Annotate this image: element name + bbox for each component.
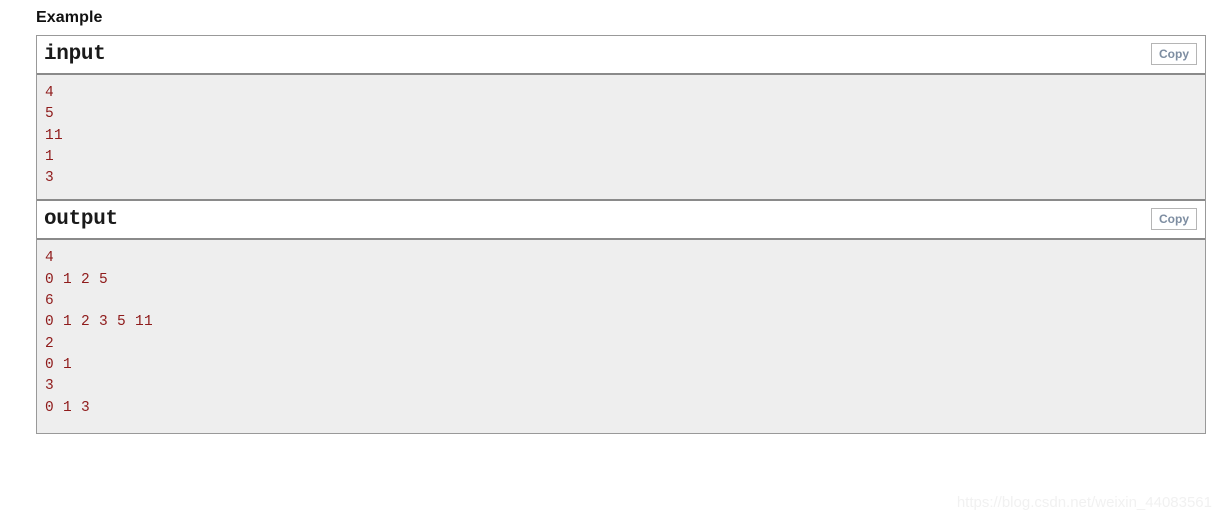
input-title: input bbox=[44, 43, 106, 66]
input-code-area[interactable]: 4 5 11 1 3 bbox=[37, 75, 1205, 202]
code-line: 4 bbox=[45, 250, 55, 267]
code-line: 0 1 2 3 5 11 bbox=[45, 314, 154, 331]
code-line: 5 bbox=[45, 106, 55, 123]
page-title: Example bbox=[36, 9, 103, 26]
code-line: 0 1 bbox=[45, 356, 73, 373]
code-line: 3 bbox=[45, 378, 55, 395]
code-line: 0 1 2 5 bbox=[45, 271, 109, 288]
output-block: output Copy 4 0 1 2 5 6 0 1 2 3 5 11 2 0… bbox=[37, 201, 1205, 434]
output-code-area[interactable]: 4 0 1 2 5 6 0 1 2 3 5 11 2 0 1 3 0 1 3 bbox=[37, 240, 1205, 434]
watermark: https://blog.csdn.net/weixin_44083561 bbox=[956, 494, 1212, 511]
output-header: output Copy bbox=[37, 201, 1205, 241]
example-container: input Copy 4 5 11 1 3 output Copy 4 0 1 … bbox=[36, 35, 1206, 434]
input-header: input Copy bbox=[37, 36, 1205, 75]
page-root: Example input Copy 4 5 11 1 3 output Cop… bbox=[0, 0, 1224, 519]
copy-input-button[interactable]: Copy bbox=[1151, 43, 1197, 65]
copy-output-button[interactable]: Copy bbox=[1151, 208, 1197, 231]
code-line: 3 bbox=[45, 170, 55, 187]
code-line: 6 bbox=[45, 293, 55, 310]
code-line: 2 bbox=[45, 335, 55, 352]
code-line: 1 bbox=[45, 148, 55, 165]
code-line: 11 bbox=[45, 127, 64, 144]
code-line: 4 bbox=[45, 85, 55, 101]
input-block: input Copy 4 5 11 1 3 bbox=[37, 36, 1205, 202]
code-line: 0 1 3 bbox=[45, 399, 91, 416]
output-title: output bbox=[44, 208, 118, 232]
